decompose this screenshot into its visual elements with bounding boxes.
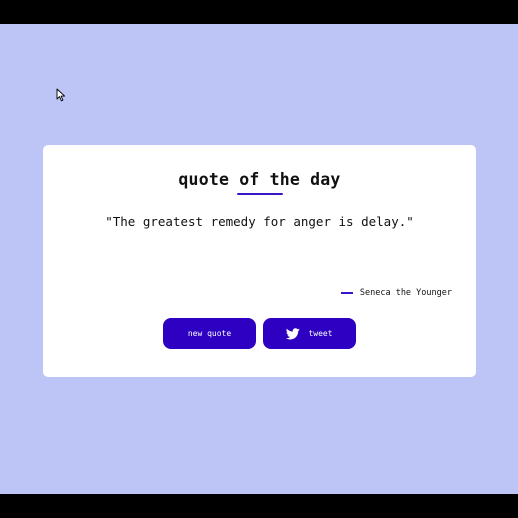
title-underline bbox=[237, 193, 283, 195]
author-dash bbox=[340, 292, 353, 294]
quote-card: quote of the day "The greatest remedy fo… bbox=[43, 145, 476, 377]
author-name: Seneca the Younger bbox=[359, 288, 452, 298]
new-quote-button[interactable]: new quote bbox=[163, 318, 256, 349]
new-quote-label: new quote bbox=[187, 329, 232, 338]
card-title: quote of the day bbox=[178, 170, 341, 189]
page-background: quote of the day "The greatest remedy fo… bbox=[0, 24, 518, 494]
twitter-icon bbox=[286, 327, 301, 339]
quote-text: "The greatest remedy for anger is delay.… bbox=[105, 214, 414, 229]
mouse-cursor-icon bbox=[56, 88, 66, 102]
quote-author: Seneca the Younger bbox=[340, 288, 452, 298]
tweet-button[interactable]: tweet bbox=[263, 318, 356, 349]
tweet-label: tweet bbox=[308, 329, 333, 338]
